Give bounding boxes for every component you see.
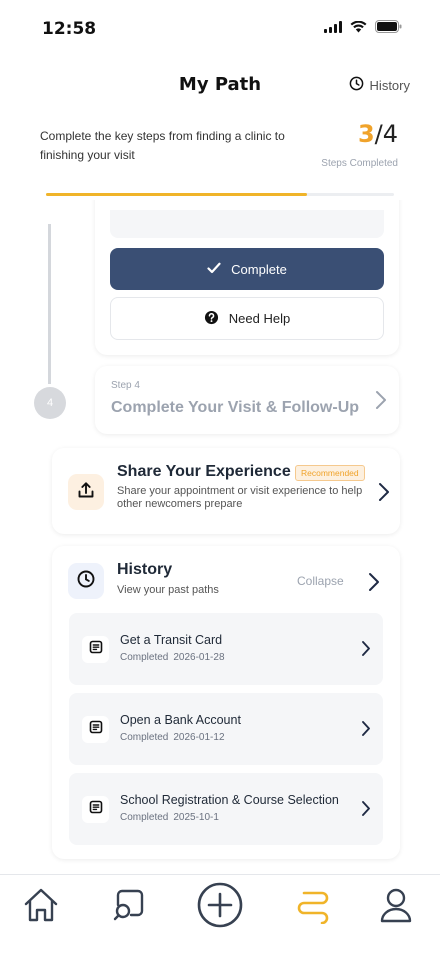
chevron-right-icon	[361, 640, 371, 662]
steps-caption: Steps Completed	[321, 158, 398, 169]
history-item-title: Open a Bank Account	[120, 713, 241, 727]
battery-icon	[375, 20, 402, 38]
history-item-meta: Completed 2025-10-1	[120, 812, 219, 823]
step-4-card[interactable]: Step 4 Complete Your Visit & Follow-Up	[95, 366, 399, 434]
tab-profile[interactable]	[374, 885, 418, 929]
complete-button[interactable]: Complete	[110, 248, 384, 290]
status-icons	[324, 20, 402, 38]
share-experience-card[interactable]: Share Your Experience Recommended Share …	[52, 448, 400, 534]
history-item-status: Completed	[120, 812, 169, 823]
progress-bar	[46, 193, 394, 196]
history-button[interactable]: History	[349, 76, 410, 94]
step-4-title: Complete Your Visit & Follow-Up	[111, 399, 360, 416]
history-item-date: 2026-01-28	[173, 652, 225, 663]
history-item-status: Completed	[120, 732, 169, 743]
document-icon	[89, 800, 103, 819]
bottom-tab-bar	[0, 874, 440, 956]
chevron-right-icon	[361, 800, 371, 822]
chevron-right-icon	[361, 720, 371, 742]
path-icon	[294, 886, 332, 929]
need-help-label: Need Help	[228, 311, 291, 326]
history-item-date: 2025-10-1	[173, 812, 219, 823]
history-item-title: School Registration & Course Selection	[120, 793, 339, 807]
cellular-signal-icon	[324, 20, 342, 38]
history-item-status: Completed	[120, 652, 169, 663]
chevron-right-icon	[378, 482, 390, 507]
need-help-button[interactable]: Need Help	[110, 297, 384, 340]
history-item-title: Get a Transit Card	[120, 633, 223, 647]
path-scroll-area[interactable]: Complete Need Help 4 Step 4 Complete You…	[0, 200, 440, 874]
history-item[interactable]: Get a Transit Card Completed 2026-01-28	[69, 613, 383, 685]
step-4-marker: 4	[34, 387, 66, 419]
status-bar: 12:58	[0, 0, 440, 56]
search-chat-icon	[110, 886, 148, 929]
chevron-right-icon[interactable]	[368, 572, 380, 597]
share-description: Share your appointment or visit experien…	[117, 485, 363, 510]
tab-explore[interactable]	[107, 885, 151, 929]
checkmark-icon	[207, 262, 221, 277]
previous-item-stub	[110, 210, 384, 238]
home-icon	[22, 886, 60, 929]
progress-description: Complete the key steps from finding a cl…	[40, 129, 285, 162]
document-icon	[89, 640, 103, 659]
history-button-label: History	[369, 77, 410, 93]
status-time: 12:58	[42, 19, 97, 39]
history-item-date: 2026-01-12	[173, 732, 225, 743]
clock-icon	[349, 76, 364, 94]
steps-completed-count: 3	[357, 120, 375, 148]
share-icon-container	[68, 474, 104, 510]
history-item-meta: Completed 2026-01-12	[120, 732, 225, 743]
upload-share-icon	[77, 481, 95, 504]
profile-icon	[377, 886, 415, 929]
document-icon-container	[82, 716, 109, 743]
history-item[interactable]: School Registration & Course Selection C…	[69, 773, 383, 845]
history-card: History View your past paths Collapse Ge…	[52, 546, 400, 859]
document-icon	[89, 720, 103, 739]
add-circle-icon	[197, 882, 243, 933]
history-item-meta: Completed 2026-01-28	[120, 652, 225, 663]
recommended-badge: Recommended	[295, 465, 365, 481]
tab-home[interactable]	[19, 885, 63, 929]
help-circle-icon	[204, 310, 219, 328]
tab-add[interactable]	[197, 882, 243, 929]
wifi-icon	[350, 20, 367, 38]
collapse-button[interactable]: Collapse	[297, 574, 344, 588]
history-icon-container	[68, 563, 104, 599]
steps-count: 3/4	[358, 120, 398, 148]
complete-button-label: Complete	[231, 261, 287, 277]
clock-icon	[77, 570, 95, 593]
history-item[interactable]: Open a Bank Account Completed 2026-01-12	[69, 693, 383, 765]
progress-bar-fill	[46, 193, 307, 196]
tab-path[interactable]	[291, 885, 335, 929]
timeline-connector	[48, 224, 51, 384]
chevron-right-icon	[375, 390, 387, 415]
share-title: Share Your Experience	[117, 463, 291, 480]
document-icon-container	[82, 796, 109, 823]
history-subtitle: View your past paths	[117, 584, 219, 596]
history-title: History	[117, 561, 173, 578]
document-icon-container	[82, 636, 109, 663]
steps-total-count: /4	[374, 120, 398, 148]
step-4-label: Step 4	[111, 380, 140, 391]
